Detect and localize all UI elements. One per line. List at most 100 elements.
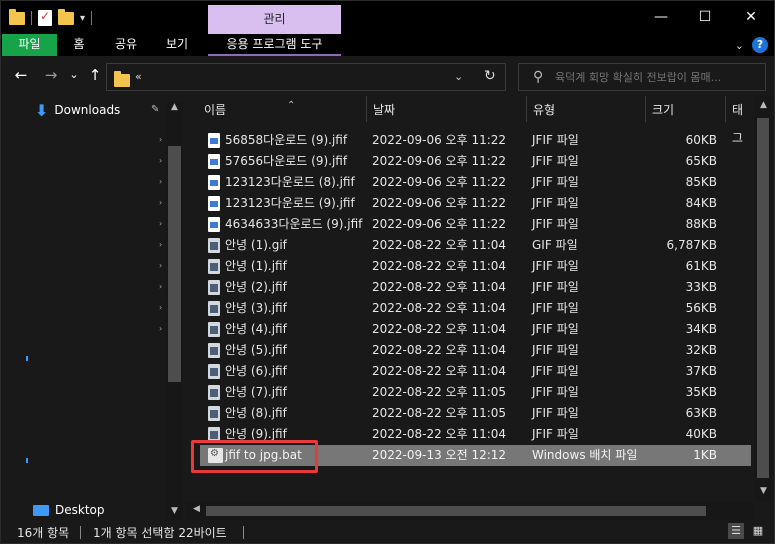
file-size: 84KB [685,196,717,210]
tab-file[interactable]: 파일 [2,34,57,56]
file-type: JFIF 파일 [532,343,579,357]
large-icons-view-icon[interactable]: ▦ [750,523,766,539]
tree-expand-icon[interactable]: › [159,324,162,333]
file-date: 2022-08-22 오후 11:04 [372,427,507,441]
file-date: 2022-08-22 오후 11:04 [372,259,507,273]
file-row[interactable]: 123123다운로드 (9).jfif 2022-09-06 오후 11:22 JF… [200,193,751,214]
file-date: 2022-09-06 오후 11:22 [372,154,507,168]
scrollbar-thumb[interactable] [168,146,181,382]
forward-button[interactable]: → [41,64,61,86]
tree-expand-icon[interactable]: › [159,198,162,207]
tree-expand-icon[interactable]: › [159,135,162,144]
tree-expand-icon[interactable]: › [159,177,162,186]
file-row[interactable]: 4634633다운로드 (9).jfif 2022-09-06 오후 11:22 J… [200,214,751,235]
file-type: JFIF 파일 [532,217,579,231]
file-row[interactable]: 안녕 (1).jfif 2022-08-22 오후 11:04 JFIF 파일 61K… [200,256,751,277]
tab-share[interactable]: 공유 [106,34,146,56]
tab-application-tools[interactable]: 응용 프로그램 도구 [208,34,341,56]
sidebar-item-desktop[interactable]: Desktop [33,500,105,520]
file-name: 4634633다운로드 (9).jfif [225,217,363,231]
title-bar: ▾ 관리 — ☐ ✕ [0,0,775,35]
qat-divider [31,11,32,25]
file-name: 57656다운로드 (9).jfif [225,154,348,168]
tree-expand-icon[interactable]: › [159,156,162,165]
sidebar-item-downloads[interactable]: ⬇ Downloads [35,100,120,120]
tree-expand-icon[interactable]: › [159,219,162,228]
scroll-down-icon[interactable]: ▼ [757,486,770,496]
details-view-icon[interactable]: ☰ [728,523,744,539]
search-input[interactable] [555,68,761,86]
recent-locations-button[interactable]: ⌄ [67,64,81,86]
expand-ribbon-icon[interactable]: ⌄ [735,39,744,52]
column-header-tags[interactable]: 태그 [725,96,754,145]
file-row[interactable]: 안녕 (2).jfif 2022-08-22 오후 11:04 JFIF 파일 33K… [200,277,751,298]
file-type: JFIF 파일 [532,175,579,189]
gif-icon [208,301,220,316]
breadcrumb-overflow[interactable]: « [135,70,142,83]
tab-view[interactable]: 보기 [157,34,197,56]
file-name: 안녕 (8).jfif [225,406,287,420]
gif-icon [208,406,220,421]
file-row[interactable]: 안녕 (7).jfif 2022-08-22 오후 11:05 JFIF 파일 35K… [200,382,751,403]
tab-home[interactable]: 홈 [64,34,94,56]
gif-icon [208,343,220,358]
horizontal-scrollbar[interactable]: ◀ [186,502,754,520]
search-icon: ⚲ [533,69,544,85]
file-name: 123123다운로드 (9).jfif [225,196,355,210]
refresh-icon[interactable]: ↻ [484,68,496,84]
desktop-icon [33,504,49,516]
scroll-up-icon[interactable]: ▲ [757,100,770,110]
new-folder-icon[interactable] [58,8,74,25]
address-dropdown-icon[interactable]: ⌄ [454,70,463,83]
properties-icon[interactable] [38,9,52,26]
file-row[interactable]: 안녕 (5).jfif 2022-08-22 오후 11:04 JFIF 파일 32K… [200,340,751,361]
file-name: 56858다운로드 (9).jfif [225,133,348,147]
file-row[interactable]: 57656다운로드 (9).jfif 2022-09-06 오후 11:22 JFI… [200,151,751,172]
scroll-down-icon[interactable]: ▼ [168,506,181,516]
file-type: Windows 배치 파일 [532,448,638,462]
file-row[interactable]: 안녕 (8).jfif 2022-08-22 오후 11:05 JFIF 파일 63K… [200,403,751,424]
scroll-left-icon[interactable]: ◀ [190,504,203,514]
file-row[interactable]: 123123다운로드 (8).jfif 2022-09-06 오후 11:22 JF… [200,172,751,193]
scroll-up-icon[interactable]: ▲ [168,102,181,112]
file-size: 6,787KB [666,238,717,252]
tree-expand-icon[interactable]: › [159,282,162,291]
file-row[interactable]: 안녕 (6).jfif 2022-08-22 오후 11:04 JFIF 파일 37K… [200,361,751,382]
minimize-button[interactable]: — [638,5,684,31]
file-size: 65KB [685,154,717,168]
back-button[interactable]: ← [11,64,31,86]
pin-icon[interactable]: ✎ [151,104,159,115]
gif-icon [208,259,220,274]
file-name: 안녕 (3).jfif [225,301,287,315]
tree-expand-icon[interactable]: › [159,240,162,249]
sidebar-item-label: Desktop [55,503,105,517]
file-row[interactable]: 안녕 (3).jfif 2022-08-22 오후 11:04 JFIF 파일 56K… [200,298,751,319]
file-list-scrollbar[interactable]: ▲ ▼ [754,96,772,502]
qat-dropdown-icon[interactable]: ▾ [80,13,85,24]
tree-expand-icon[interactable]: › [159,261,162,270]
scrollbar-thumb[interactable] [206,506,706,516]
maximize-button[interactable]: ☐ [682,5,728,31]
file-row[interactable]: 안녕 (4).jfif 2022-08-22 오후 11:04 JFIF 파일 34K… [200,319,751,340]
file-date: 2022-09-06 오후 11:22 [372,175,507,189]
column-label: 이름 [204,103,227,117]
column-header-size[interactable]: 크기 [645,96,726,122]
file-row[interactable]: 56858다운로드 (9).jfif 2022-09-06 오후 11:22 JFI… [200,130,751,151]
file-row[interactable]: 안녕 (1).gif 2022-08-22 오후 11:04 GIF 파일 6,787… [200,235,751,256]
close-button[interactable]: ✕ [728,5,774,31]
scrollbar-thumb[interactable] [757,118,769,478]
column-header-date[interactable]: 날짜 [366,96,527,122]
up-button[interactable]: ↑ [86,64,104,86]
column-header-name[interactable]: 이름 ⌃ [197,96,367,122]
search-box[interactable]: ⚲ [518,63,766,91]
column-header-type[interactable]: 유형 [526,96,646,122]
nav-pane-scrollbar[interactable]: ▲ ▼ [166,102,183,520]
tree-expand-icon[interactable]: › [159,303,162,312]
highlight-annotation-box [191,440,318,473]
file-size: 56KB [685,301,717,315]
file-size: 60KB [685,133,717,147]
jfif-icon [208,175,220,190]
help-icon[interactable]: ? [752,37,768,53]
tab-manage[interactable]: 관리 [208,5,341,35]
address-bar[interactable]: « ⌄ ↻ [106,63,506,91]
